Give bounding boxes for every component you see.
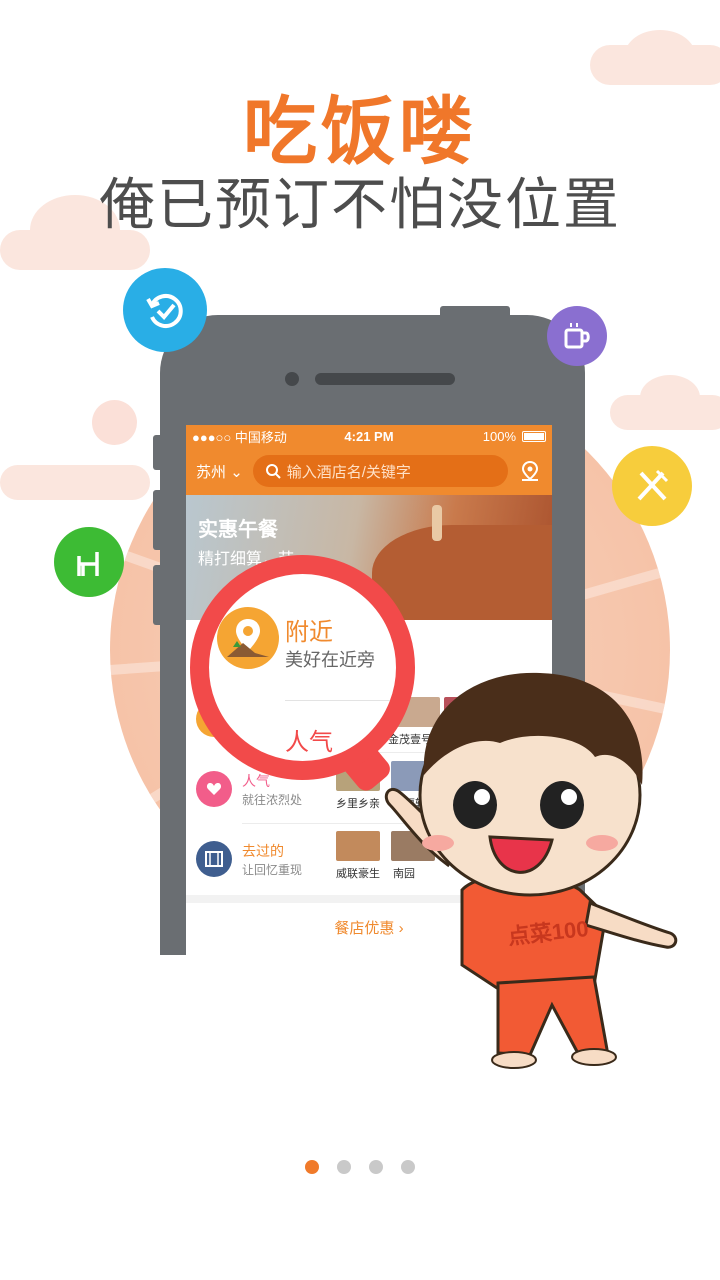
film-strip-icon [196,841,232,877]
banner-title: 实惠午餐 [198,519,278,541]
app-bar: 苏州 ⌄ 输入酒店名/关键字 [186,447,552,495]
magnifier-next-title: 人气 [285,729,333,756]
row-title: 去过的 [242,843,284,859]
thumb-label: 威联豪生 [336,868,380,880]
page-indicator [0,1160,720,1174]
city-label: 苏州 [196,463,227,481]
phone-camera [285,372,299,386]
headline-subtitle: 俺已预订不怕没位置 [99,173,621,236]
coffee-cup-icon [564,323,590,349]
row-subtitle: 让回忆重现 [242,863,303,877]
battery-icon [522,430,546,442]
magnifier-title: 附近 [285,619,333,646]
chair-badge [54,527,124,597]
search-placeholder: 输入酒店名/关键字 [286,463,411,481]
map-location-button[interactable] [518,459,542,483]
dining-badge [612,446,692,526]
location-pin-icon [217,607,279,669]
history-check-icon [146,294,183,328]
page-dot[interactable] [401,1160,415,1174]
page-dot[interactable] [337,1160,351,1174]
history-badge [123,268,207,352]
magnifier-subtitle: 美好在近旁 [285,650,375,670]
fork-knife-icon [637,469,669,501]
banner-cliff-image [372,525,552,620]
page-dot[interactable] [369,1160,383,1174]
chair-icon [77,552,99,576]
coffee-badge [547,306,607,366]
search-input[interactable]: 输入酒店名/关键字 [252,455,508,487]
city-selector[interactable]: 苏州 ⌄ [196,461,243,482]
map-pin-icon [521,460,539,481]
phone-speaker [315,373,455,385]
thumb-label: 乡里乡亲 [336,798,380,810]
row-subtitle: 就往浓烈处 [242,793,303,807]
status-time: 4:21 PM [344,428,394,444]
status-bar: ●●●○○ 中国移动 4:21 PM 100% [186,425,552,447]
page-dot-active[interactable] [305,1160,319,1174]
search-icon [265,464,281,479]
restaurant-thumb[interactable] [336,831,380,861]
banner-person-image [432,505,442,541]
mascot-character: 点菜100 [384,672,678,1069]
hands-heart-icon [196,771,232,807]
chevron-down-icon: ⌄ [230,463,243,481]
